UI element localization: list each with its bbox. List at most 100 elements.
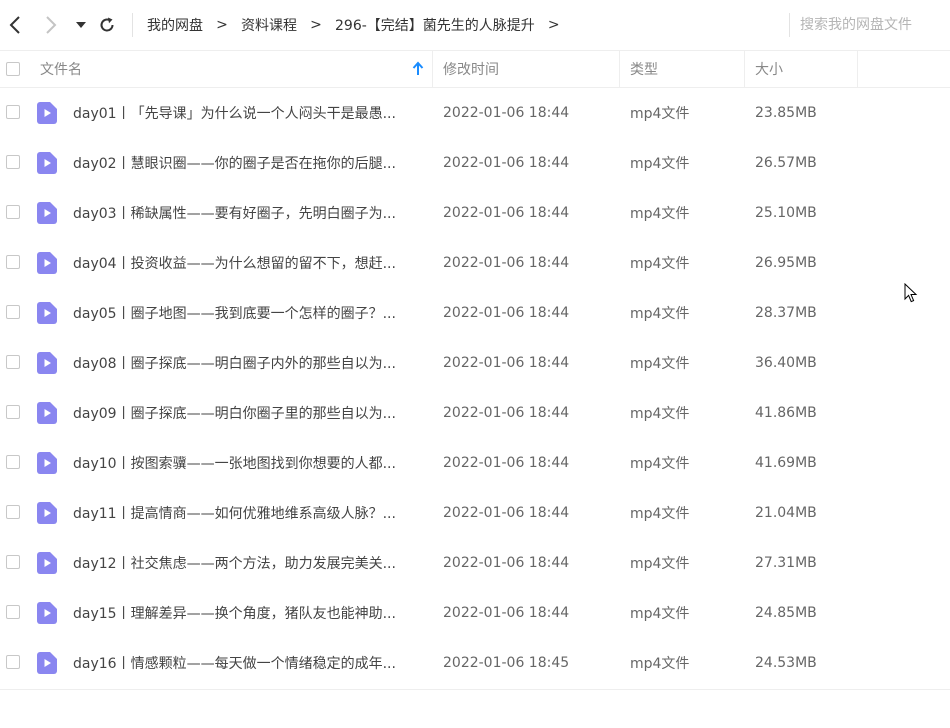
file-name[interactable]: day01丨「先导课」为什么说一个人闷头干是最愚...	[73, 88, 423, 138]
file-size: 23.85MB	[755, 105, 817, 121]
file-row[interactable]: day12丨社交焦虑——两个方法，助力发展完美关... 2022-01-06 18…	[0, 538, 950, 588]
arrow-up-icon[interactable]	[411, 61, 425, 77]
file-type: mp4文件	[630, 556, 690, 572]
file-modified-time: 2022-01-06 18:44	[443, 505, 570, 521]
file-name[interactable]: day10丨按图索骥——一张地图找到你想要的人都...	[73, 438, 423, 488]
file-row-checkbox[interactable]	[6, 655, 20, 669]
file-list-header: 文件名 修改时间 类型 大小	[0, 50, 950, 88]
video-file-icon	[37, 352, 57, 374]
video-file-icon	[37, 552, 57, 574]
video-file-icon	[37, 502, 57, 524]
file-row-checkbox[interactable]	[6, 305, 20, 319]
video-file-icon	[37, 102, 57, 124]
video-file-icon	[37, 652, 57, 674]
history-dropdown-button[interactable]	[72, 13, 90, 37]
file-row[interactable]: day05丨圈子地图——我到底要一个怎样的圈子？... 2022-01-06 18…	[0, 288, 950, 338]
file-row[interactable]: day15丨理解差异——换个角度，猪队友也能神助... 2022-01-06 18…	[0, 588, 950, 638]
file-row[interactable]: day01丨「先导课」为什么说一个人闷头干是最愚... 2022-01-06 18…	[0, 88, 950, 138]
breadcrumb-item-my-drive[interactable]: 我的网盘	[147, 15, 203, 35]
file-row-checkbox[interactable]	[6, 155, 20, 169]
file-row[interactable]: day16丨情感颗粒——每天做一个情绪稳定的成年... 2022-01-06 18…	[0, 638, 950, 688]
file-row-checkbox[interactable]	[6, 505, 20, 519]
column-header-modified[interactable]: 修改时间	[443, 51, 613, 87]
column-divider[interactable]	[857, 51, 858, 87]
file-name[interactable]: day11丨提高情商——如何优雅地维系高级人脉？...	[73, 488, 423, 538]
video-file-icon	[37, 202, 57, 224]
file-row-checkbox[interactable]	[6, 405, 20, 419]
file-name[interactable]: day03丨稀缺属性——要有好圈子，先明白圈子为...	[73, 188, 423, 238]
back-button[interactable]	[4, 13, 26, 37]
file-list: day01丨「先导课」为什么说一个人闷头干是最愚... 2022-01-06 18…	[0, 88, 950, 688]
forward-button[interactable]	[40, 13, 62, 37]
file-type: mp4文件	[630, 256, 690, 272]
file-modified-time: 2022-01-06 18:44	[443, 305, 570, 321]
file-modified-time: 2022-01-06 18:45	[443, 655, 570, 671]
column-header-modified-label: 修改时间	[443, 62, 499, 78]
breadcrumb-separator: >	[310, 17, 322, 33]
file-size: 41.69MB	[755, 455, 817, 471]
file-size: 36.40MB	[755, 355, 817, 371]
file-row-checkbox[interactable]	[6, 205, 20, 219]
file-name[interactable]: day09丨圈子探底——明白你圈子里的那些自以为...	[73, 388, 423, 438]
file-name[interactable]: day16丨情感颗粒——每天做一个情绪稳定的成年...	[73, 638, 423, 688]
breadcrumb-separator: >	[547, 17, 560, 33]
file-row[interactable]: day08丨圈子探底——明白圈子内外的那些自以为... 2022-01-06 18…	[0, 338, 950, 388]
file-size: 21.04MB	[755, 505, 817, 521]
file-row-checkbox[interactable]	[6, 555, 20, 569]
file-size: 25.10MB	[755, 205, 817, 221]
breadcrumb-item-courses[interactable]: 资料课程	[241, 15, 297, 35]
column-divider[interactable]	[432, 51, 433, 87]
file-modified-time: 2022-01-06 18:44	[443, 605, 570, 621]
file-modified-time: 2022-01-06 18:44	[443, 205, 570, 221]
list-bottom-divider	[0, 689, 950, 690]
file-row-checkbox[interactable]	[6, 255, 20, 269]
nav-divider	[132, 13, 133, 37]
file-modified-time: 2022-01-06 18:44	[443, 255, 570, 271]
file-size: 24.85MB	[755, 605, 817, 621]
video-file-icon	[37, 602, 57, 624]
file-row[interactable]: day02丨慧眼识圈——你的圈子是否在拖你的后腿... 2022-01-06 18…	[0, 138, 950, 188]
file-modified-time: 2022-01-06 18:44	[443, 555, 570, 571]
file-row-checkbox[interactable]	[6, 455, 20, 469]
file-row[interactable]: day10丨按图索骥——一张地图找到你想要的人都... 2022-01-06 18…	[0, 438, 950, 488]
chevron-right-icon	[46, 16, 57, 34]
file-row[interactable]: day11丨提高情商——如何优雅地维系高级人脉？... 2022-01-06 18…	[0, 488, 950, 538]
file-row[interactable]: day09丨圈子探底——明白你圈子里的那些自以为... 2022-01-06 18…	[0, 388, 950, 438]
file-row-checkbox[interactable]	[6, 105, 20, 119]
file-name[interactable]: day02丨慧眼识圈——你的圈子是否在拖你的后腿...	[73, 138, 423, 188]
column-divider[interactable]	[619, 51, 620, 87]
column-header-size[interactable]: 大小	[755, 51, 855, 87]
file-name[interactable]: day08丨圈子探底——明白圈子内外的那些自以为...	[73, 338, 423, 388]
breadcrumb-separator: >	[216, 17, 228, 33]
select-all-checkbox[interactable]	[6, 62, 20, 76]
file-type: mp4文件	[630, 506, 690, 522]
navigation-bar: 我的网盘 > 资料课程 > 296-【完结】菌先生的人脉提升 >	[0, 0, 950, 50]
chevron-left-icon	[9, 16, 20, 34]
file-row-checkbox[interactable]	[6, 355, 20, 369]
refresh-button[interactable]	[96, 13, 118, 37]
file-row[interactable]: day04丨投资收益——为什么想留的留不下，想赶... 2022-01-06 18…	[0, 238, 950, 288]
video-file-icon	[37, 152, 57, 174]
file-type: mp4文件	[630, 606, 690, 622]
file-name[interactable]: day12丨社交焦虑——两个方法，助力发展完美关...	[73, 538, 423, 588]
search-input[interactable]	[800, 13, 945, 37]
file-type: mp4文件	[630, 656, 690, 672]
mouse-pointer-icon	[904, 283, 918, 303]
file-row-checkbox[interactable]	[6, 605, 20, 619]
file-type: mp4文件	[630, 406, 690, 422]
file-name[interactable]: day15丨理解差异——换个角度，猪队友也能神助...	[73, 588, 423, 638]
file-name[interactable]: day05丨圈子地图——我到底要一个怎样的圈子？...	[73, 288, 423, 338]
breadcrumb-item-current-folder[interactable]: 296-【完结】菌先生的人脉提升	[335, 15, 535, 35]
file-name[interactable]: day04丨投资收益——为什么想留的留不下，想赶...	[73, 238, 423, 288]
file-size: 41.86MB	[755, 405, 817, 421]
video-file-icon	[37, 402, 57, 424]
column-header-size-label: 大小	[755, 62, 783, 78]
column-header-type-label: 类型	[630, 62, 658, 78]
file-type: mp4文件	[630, 456, 690, 472]
column-header-name[interactable]: 文件名	[40, 51, 430, 87]
column-header-type[interactable]: 类型	[630, 51, 740, 87]
file-modified-time: 2022-01-06 18:44	[443, 355, 570, 371]
file-type: mp4文件	[630, 206, 690, 222]
column-divider[interactable]	[744, 51, 745, 87]
file-row[interactable]: day03丨稀缺属性——要有好圈子，先明白圈子为... 2022-01-06 18…	[0, 188, 950, 238]
